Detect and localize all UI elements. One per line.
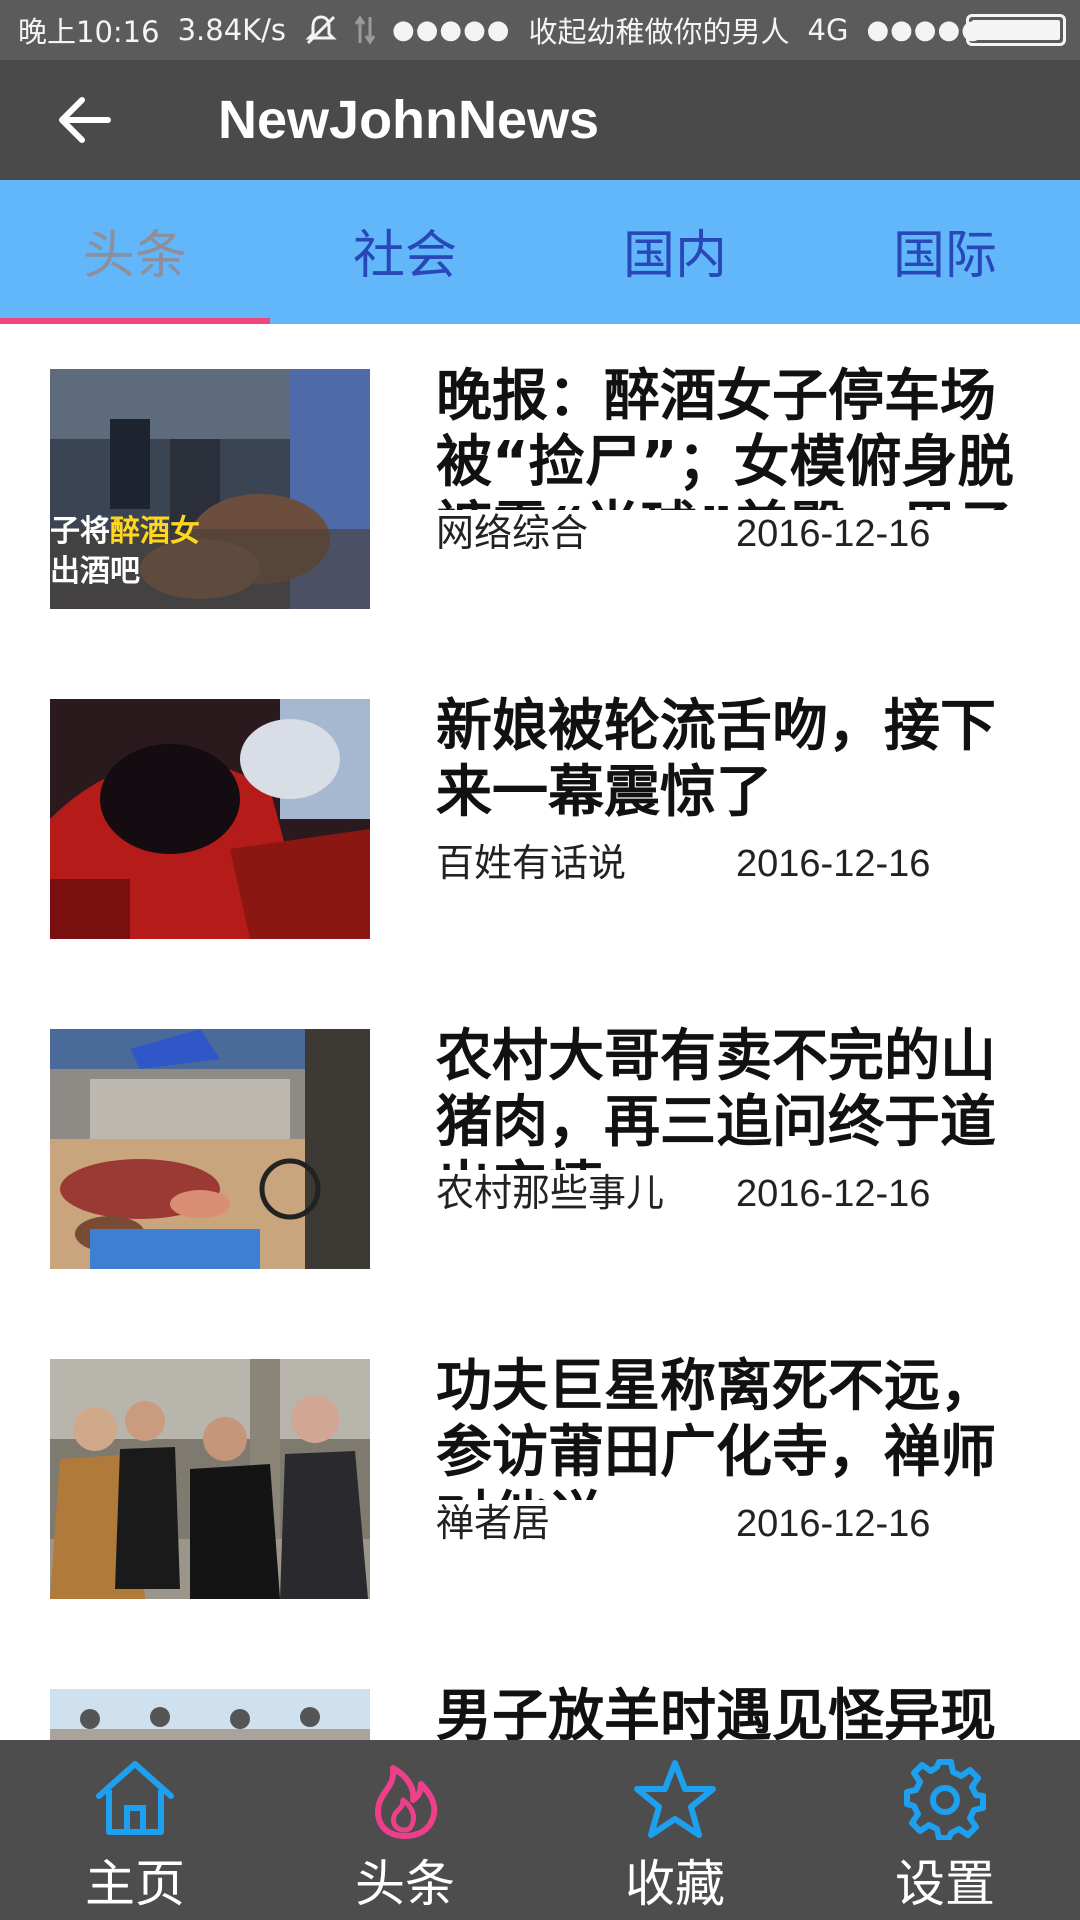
news-item[interactable]: 新娘被轮流舌吻，接下来一幕震惊了 百姓有话说 2016-12-16 [0, 654, 1080, 984]
news-thumbnail [50, 699, 370, 939]
news-date: 2016-12-16 [736, 843, 931, 885]
news-source: 农村那些事儿 [436, 1171, 665, 1215]
news-thumbnail [50, 1029, 370, 1269]
news-item[interactable]: 男子放羊时遇见怪异现象 [0, 1644, 1080, 1740]
news-meta: 网络综合 2016-12-16 [436, 502, 1036, 557]
category-tabs: 头条 社会 国内 国际 [0, 180, 1080, 324]
status-time: 晚上10:16 [18, 15, 160, 49]
tab-domestic[interactable]: 国内 [540, 180, 810, 324]
tab-label: 头条 [82, 225, 187, 286]
news-date: 2016-12-16 [736, 1503, 931, 1545]
tab-label: 国际 [892, 225, 997, 286]
tab-label: 社会 [352, 225, 457, 286]
news-title: 农村大哥有卖不完的山猪肉，再三追问终于道出实情 [436, 1024, 996, 1170]
news-meta: 百姓有话说 2016-12-16 [436, 832, 1036, 887]
data-arrows-icon [354, 15, 376, 45]
nav-favorites[interactable]: 收藏 [540, 1740, 810, 1920]
news-thumbnail [50, 1689, 370, 1740]
arrow-left-icon [59, 97, 111, 143]
news-item[interactable]: 农村大哥有卖不完的山猪肉，再三追问终于道出实情 农村那些事儿 2016-12-16 [0, 984, 1080, 1314]
nav-label: 主页 [85, 1855, 185, 1913]
status-network-speed: 3.84K/s [177, 13, 287, 47]
back-button[interactable] [34, 70, 134, 170]
star-icon [633, 1748, 717, 1848]
tab-headlines[interactable]: 头条 [0, 180, 270, 324]
news-meta: 农村那些事儿 2016-12-16 [436, 1162, 1036, 1217]
news-item[interactable]: 子将醉酒女 出酒吧 晚报：醉酒女子停车场被“捡尸”；女模俯身脱裤露“半球”美臀；… [0, 324, 1080, 654]
news-title: 功夫巨星称离死不远，参访莆田广化寺，禅师对他说 [436, 1354, 996, 1500]
home-icon [93, 1748, 177, 1848]
carrier-name: 收起幼稚做你的男人 [528, 15, 790, 49]
news-thumbnail: 子将醉酒女 出酒吧 [50, 369, 370, 609]
app-title: NewJohnNews [218, 90, 600, 150]
news-title: 男子放羊时遇见怪异现象 [436, 1684, 996, 1740]
news-source: 百姓有话说 [436, 841, 627, 885]
app-toolbar: NewJohnNews [0, 60, 1080, 180]
mute-icon [304, 13, 338, 47]
bottom-navigation: 主页 头条 收藏 设置 [0, 1740, 1080, 1920]
news-date: 2016-12-16 [736, 513, 931, 555]
tab-society[interactable]: 社会 [270, 180, 540, 324]
nav-label: 设置 [895, 1855, 995, 1913]
svg-text:子将醉酒女: 子将醉酒女 [50, 514, 200, 549]
news-list[interactable]: 子将醉酒女 出酒吧 晚报：醉酒女子停车场被“捡尸”；女模俯身脱裤露“半球”美臀；… [0, 324, 1080, 1740]
news-date: 2016-12-16 [736, 1173, 931, 1215]
news-source: 禅者居 [436, 1501, 551, 1545]
news-title: 晚报：醉酒女子停车场被“捡尸”；女模俯身脱裤露“半球”美臀；男子 [436, 364, 1014, 510]
network-type: 4G [807, 13, 849, 47]
news-thumbnail [50, 1359, 370, 1599]
news-title: 新娘被轮流舌吻，接下来一幕震惊了 [436, 694, 996, 825]
carrier1-signal: ●●●●● [392, 15, 511, 45]
gear-icon [903, 1748, 987, 1848]
battery-icon [966, 14, 1066, 46]
flame-icon [369, 1748, 441, 1848]
nav-home[interactable]: 主页 [0, 1740, 270, 1920]
tab-international[interactable]: 国际 [810, 180, 1080, 324]
nav-settings[interactable]: 设置 [810, 1740, 1080, 1920]
nav-headlines[interactable]: 头条 [270, 1740, 540, 1920]
news-meta: 禅者居 2016-12-16 [436, 1492, 1036, 1547]
status-bar: 晚上10:16 3.84K/s ●●●●● 收起幼稚做你的男人 4G ●●●●● [0, 0, 1080, 60]
nav-label: 头条 [355, 1855, 455, 1913]
news-item[interactable]: 功夫巨星称离死不远，参访莆田广化寺，禅师对他说 禅者居 2016-12-16 [0, 1314, 1080, 1644]
svg-text:出酒吧: 出酒吧 [50, 554, 140, 589]
nav-label: 收藏 [625, 1855, 725, 1913]
news-source: 网络综合 [436, 511, 589, 555]
tab-label: 国内 [622, 225, 727, 286]
